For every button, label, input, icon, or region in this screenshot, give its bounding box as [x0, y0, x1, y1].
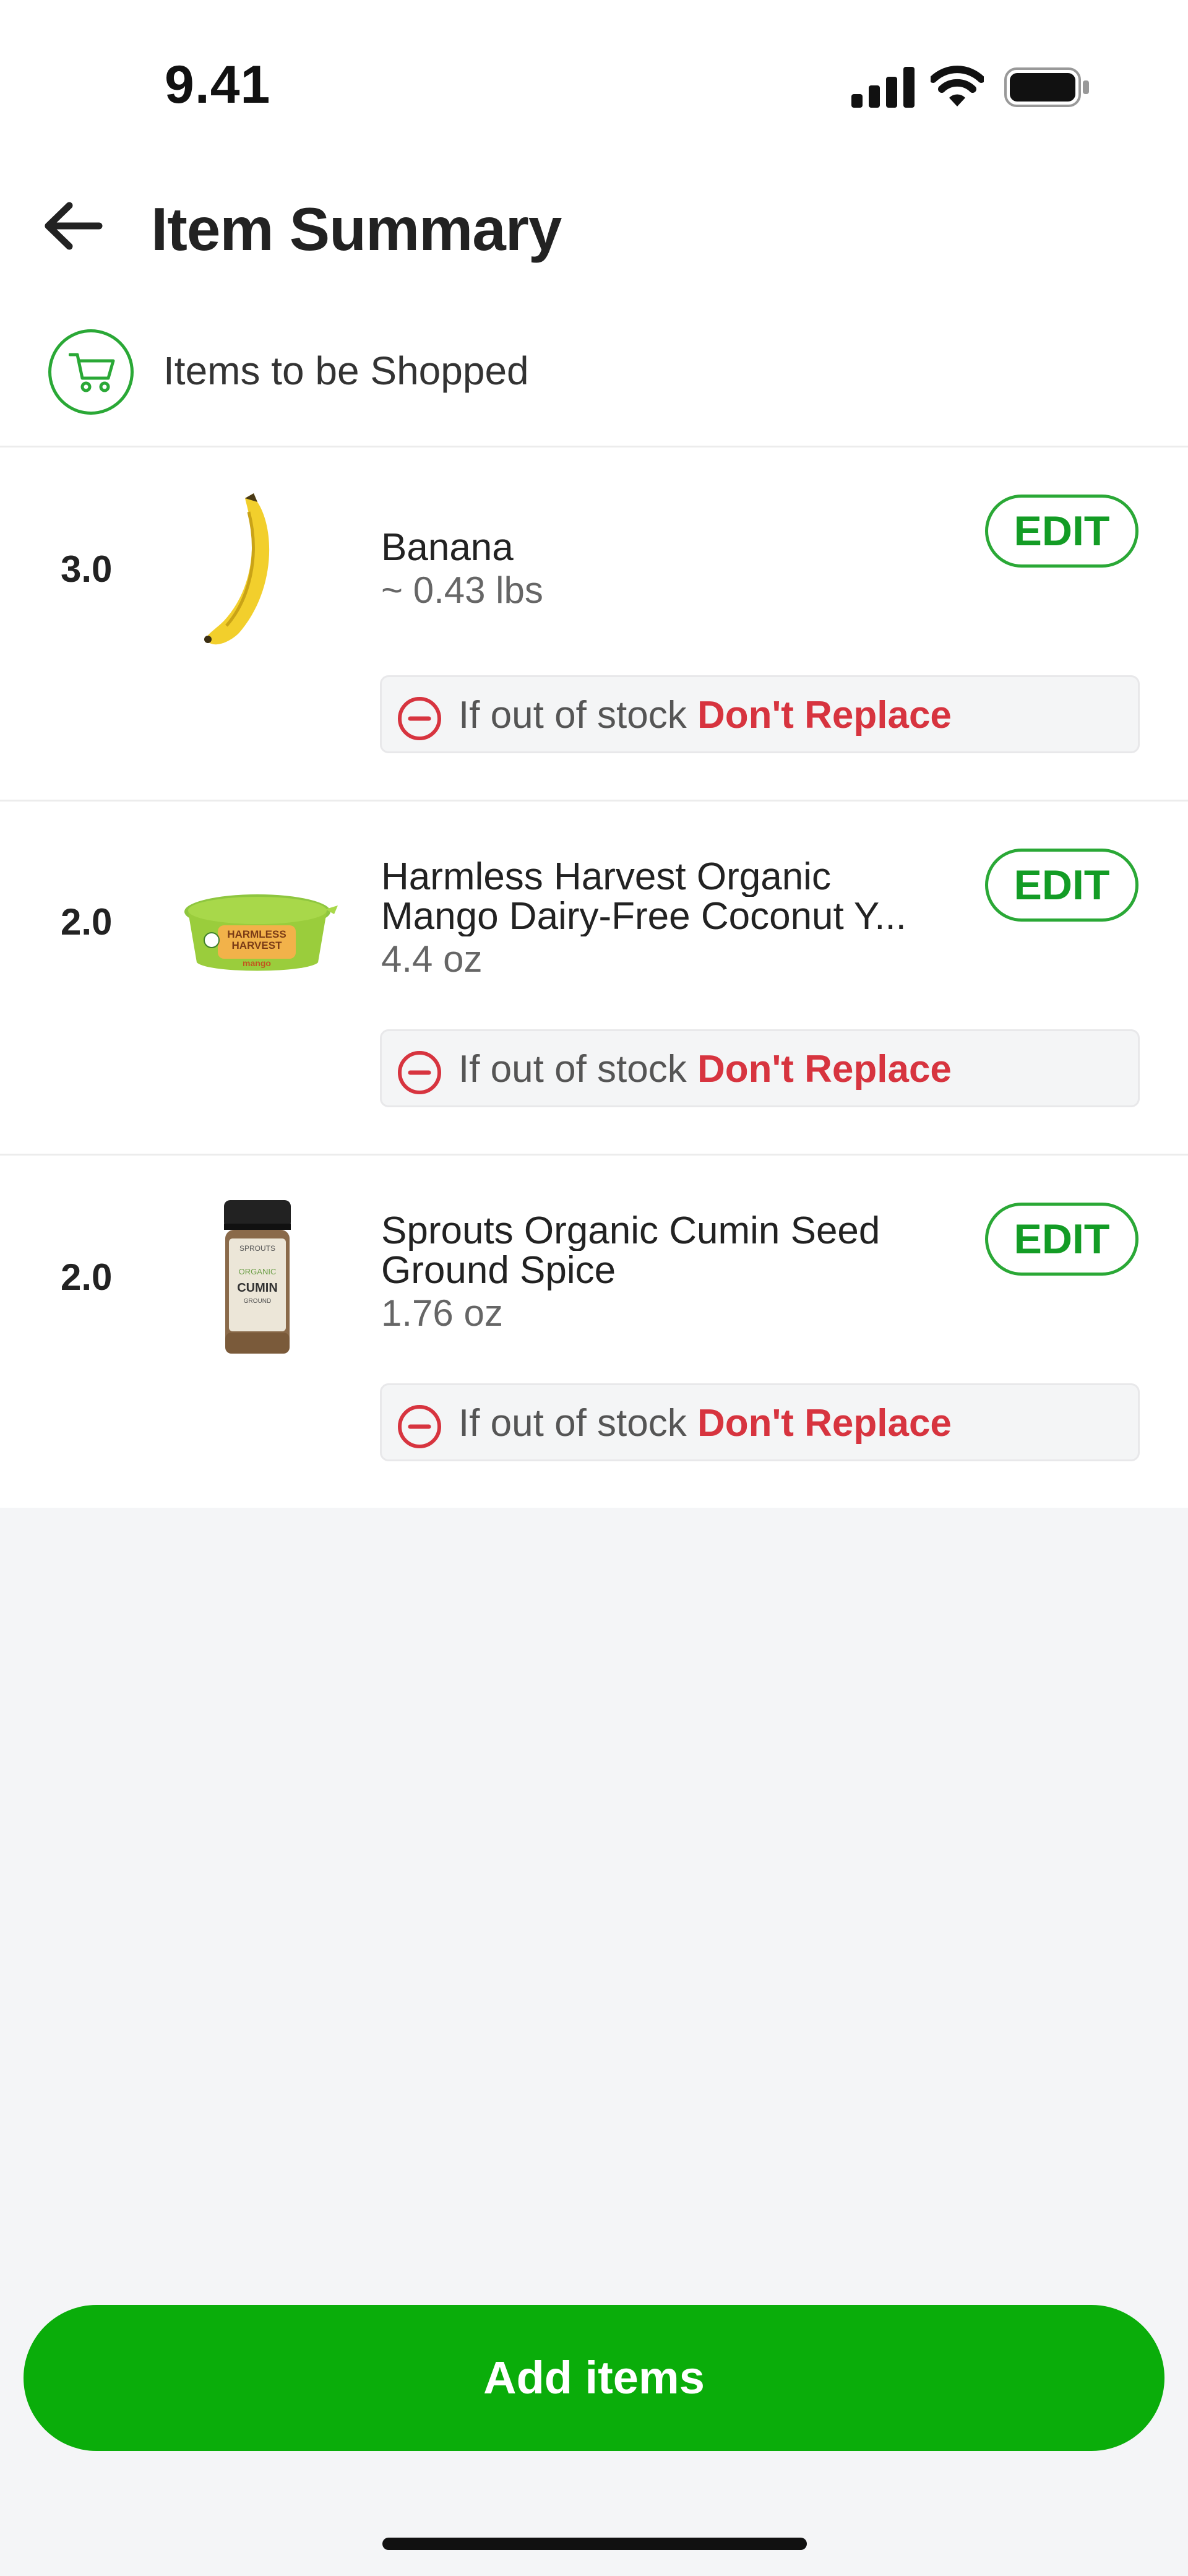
item-quantity: 2.0 [61, 1256, 113, 1298]
section-label: Items to be Shopped [163, 348, 529, 393]
cart-icon [69, 353, 115, 392]
item-row: 3.0 Banana ~ 0.43 lbs EDIT If out of sto… [0, 447, 1188, 800]
item-row: 2.0 SPROUTS ORGANIC CUMIN GROUND Sprouts… [0, 1156, 1188, 1508]
item-name: Harmless Harvest Organic Mango Dairy-Fre… [381, 857, 963, 936]
oos-text: If out of stock Don't Replace [458, 1401, 952, 1445]
oos-action: Don't Replace [697, 1048, 952, 1091]
minus-circle-icon [398, 1051, 441, 1094]
out-of-stock-preference[interactable]: If out of stock Don't Replace [380, 675, 1140, 753]
minus-circle-icon [398, 1405, 441, 1448]
banana-image [204, 493, 270, 645]
yogurt-cup-image: HARMLESS HARVEST mango [184, 894, 338, 971]
oos-text: If out of stock Don't Replace [458, 1047, 952, 1091]
minus-circle-icon [398, 697, 441, 740]
out-of-stock-preference[interactable]: If out of stock Don't Replace [380, 1383, 1140, 1461]
edit-button[interactable]: EDIT [985, 495, 1138, 568]
oos-action: Don't Replace [697, 1402, 952, 1445]
item-quantity: 2.0 [61, 901, 113, 943]
item-name-line: Harmless Harvest Organic [381, 857, 831, 897]
product-brand-line1: HARMLESS [227, 928, 286, 940]
item-size: 1.76 oz [381, 1292, 503, 1334]
oos-prefix: If out of stock [458, 694, 687, 737]
edit-button[interactable]: EDIT [985, 849, 1138, 922]
product-brand: SPROUTS [239, 1244, 275, 1253]
item-size: ~ 0.43 lbs [381, 569, 543, 611]
status-time: 9.41 [165, 55, 271, 115]
oos-prefix: If out of stock [458, 1048, 687, 1091]
item-quantity: 3.0 [61, 548, 113, 590]
home-indicator [382, 2538, 807, 2550]
cart-badge [48, 329, 134, 415]
page-title: Item Summary [151, 195, 562, 263]
item-size: 4.4 oz [381, 938, 483, 980]
item-name: Banana [381, 528, 963, 568]
product-sub: GROUND [244, 1298, 271, 1305]
product-spice: CUMIN [237, 1281, 278, 1295]
item-row: 2.0 HARMLESS HARVEST mango Harmless Harv… [0, 802, 1188, 1154]
oos-prefix: If out of stock [458, 1402, 687, 1445]
edit-button[interactable]: EDIT [985, 1203, 1138, 1276]
items-section-header: Items to be Shopped [0, 322, 1188, 446]
item-name-line: Banana [381, 528, 514, 568]
product-flavor: mango [243, 958, 271, 968]
out-of-stock-preference[interactable]: If out of stock Don't Replace [380, 1029, 1140, 1107]
product-organic: ORGANIC [239, 1267, 277, 1276]
wifi-icon [931, 66, 984, 106]
status-bar: 9.41 [0, 0, 1188, 155]
app-header: Item Summary [0, 173, 1188, 279]
back-button[interactable] [40, 198, 108, 254]
oos-action: Don't Replace [697, 694, 952, 737]
item-name-line: Mango Dairy-Free Coconut Y... [381, 897, 906, 936]
signal-icon [851, 67, 915, 108]
item-name-line: Sprouts Organic Cumin Seed [381, 1211, 880, 1251]
back-arrow-icon [45, 202, 103, 250]
item-name: Sprouts Organic Cumin Seed Ground Spice [381, 1211, 963, 1290]
item-name-line: Ground Spice [381, 1251, 616, 1290]
spice-jar-image: SPROUTS ORGANIC CUMIN GROUND [224, 1200, 291, 1354]
oos-text: If out of stock Don't Replace [458, 693, 952, 737]
battery-icon [1004, 67, 1089, 107]
add-items-button[interactable]: Add items [24, 2305, 1164, 2451]
product-brand-line2: HARVEST [232, 940, 283, 951]
